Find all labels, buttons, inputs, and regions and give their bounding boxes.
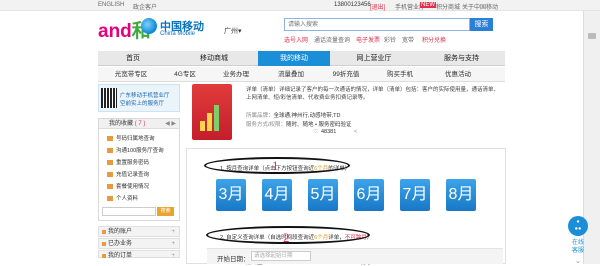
like-icon[interactable]: ♡ (313, 129, 318, 135)
collection-item[interactable]: 套餐使用情况 (107, 182, 149, 190)
item-icon (107, 136, 113, 141)
online-service-icon[interactable]: ● ●● (568, 216, 588, 236)
sidebar-search-button[interactable]: 搜索 (157, 207, 174, 216)
search-input[interactable] (285, 19, 469, 30)
enterprise-link[interactable]: 政企客户 (133, 2, 157, 11)
collections-pager-arrows[interactable]: ◀ ▶ (165, 119, 176, 129)
bar-chart-icon (200, 103, 224, 131)
english-link[interactable]: ENGLISH (98, 2, 124, 8)
banner-line2: 空前实上的服务厅 (120, 101, 165, 107)
search-button[interactable]: 搜索 (470, 18, 493, 31)
points-mall-link[interactable]: 积分商城 (436, 2, 460, 11)
start-date-label: 开始日期： (217, 256, 250, 263)
subnav-item[interactable]: 流量叠加 (262, 67, 320, 82)
likes-count: 48381 (321, 129, 337, 135)
user-phone: 13800123456 (334, 2, 371, 8)
month-button-7[interactable]: 7月 (400, 179, 430, 211)
hot-link[interactable]: 选号入网 (284, 35, 308, 44)
start-date-row: 开始日期： 请选择起始日期 (207, 248, 503, 264)
nav-online-hall[interactable]: 网上营业厅 (330, 51, 418, 66)
collections-count: ( 7 ) (134, 121, 146, 127)
month-button-6[interactable]: 6月 (354, 179, 384, 211)
top-utility-bar: ENGLISH 政企客户 13800123456 [退出] 手机营业厅 NEW … (0, 0, 600, 11)
hot-link[interactable]: 通话流量查询 (314, 35, 350, 44)
collection-item[interactable]: 号码归属地查询 (107, 134, 155, 142)
nav-my-mobile[interactable]: 我的移动 (258, 51, 330, 66)
accordion-my-account[interactable]: 我的账户 + (98, 226, 180, 237)
subnav-item[interactable]: 业务办理 (210, 67, 262, 82)
qr-code-icon (101, 88, 117, 108)
accordion-icon (102, 242, 106, 246)
subnav-item[interactable]: 99折充值 (320, 67, 372, 82)
share-icon[interactable]: < (354, 129, 357, 135)
applicable-brands: 所属品牌：全球通,神州行,动感地带,TD (246, 113, 341, 119)
expand-icon: + (171, 253, 175, 259)
item-icon (107, 184, 113, 189)
new-badge: NEW (420, 2, 436, 8)
subnav-item[interactable]: 购买手机 (372, 67, 428, 82)
expand-icon: + (171, 241, 175, 247)
collections-header: 我的收藏 ( 7 ) ◀ ▶ (99, 119, 179, 129)
hot-link[interactable]: 电子发票 (356, 35, 380, 44)
hot-link[interactable]: 彩铃 (384, 35, 396, 44)
banner-line1: 广东移动手机营业厅 (120, 93, 170, 99)
hot-link[interactable]: 积分兑换 (422, 35, 446, 44)
my-collections-box: 我的收藏 ( 7 ) ◀ ▶ 号码归属地查询 沟通100服务厅查询 重置服务密码… (98, 118, 180, 221)
accordion-icon (102, 254, 106, 258)
about-link[interactable]: 关于中国移动 (462, 2, 498, 11)
service-description: 详单（清单）详细记录了客户的每一次通话的情况，详单（清单）包括：客户的实际使用量… (246, 87, 500, 101)
start-date-input[interactable]: 请选择起始日期 (251, 251, 311, 261)
subnav-item[interactable]: 优惠活动 (428, 67, 488, 82)
nav-home[interactable]: 首页 (98, 51, 168, 66)
china-mobile-logo-en: China Mobile (160, 31, 196, 37)
online-service-button[interactable]: 在线 客服 (566, 239, 590, 255)
item-icon (107, 172, 113, 177)
sub-nav: 光宽带专区 4G专区 业务办理 流量叠加 99折充值 购买手机 优惠活动 (98, 67, 505, 82)
collections-title: 我的收藏 (109, 121, 134, 127)
accordion-my-orders[interactable]: 我的订单 + (98, 250, 180, 259)
subnav-item[interactable]: 光宽带专区 (102, 67, 160, 82)
nav-mall[interactable]: 移动商城 (170, 51, 258, 66)
collection-item[interactable]: 个人资料 (107, 194, 138, 202)
nav-service[interactable]: 服务与支持 (418, 51, 505, 66)
sidebar-search-input[interactable] (102, 207, 156, 216)
collection-item[interactable]: 充值记录查询 (107, 170, 149, 178)
item-icon (107, 148, 113, 153)
scrollbar-thumb[interactable] (588, 33, 596, 39)
annotation-mark-1: 1 (272, 158, 279, 173)
subnav-item[interactable]: 4G专区 (160, 67, 210, 82)
hot-link[interactable]: 宽带 (402, 35, 414, 44)
month-button-5[interactable]: 5月 (308, 179, 338, 211)
main-nav: 首页 移动商城 我的移动 网上营业厅 服务与支持 (98, 51, 505, 66)
collection-item[interactable]: 重置服务密码 (107, 158, 149, 166)
china-mobile-logo-icon (141, 18, 157, 34)
accordion-done-business[interactable]: 已办业务 + (98, 238, 180, 249)
city-selector[interactable]: 广州▾ (224, 26, 242, 36)
month-button-3[interactable]: 3月 (216, 179, 246, 211)
month-button-8[interactable]: 8月 (446, 179, 476, 211)
item-icon (107, 160, 113, 165)
accordion-icon (102, 230, 106, 234)
bill-detail-thumbnail (192, 84, 232, 140)
search-box (284, 18, 470, 31)
app-promo-banner[interactable]: 广东移动手机营业厅 空前实上的服务厅 (98, 84, 180, 112)
item-icon (107, 196, 113, 201)
exit-link[interactable]: [退出] (370, 2, 385, 11)
collection-item[interactable]: 沟通100服务厅查询 (107, 146, 164, 154)
month-button-4[interactable]: 4月 (262, 179, 292, 211)
expand-icon: + (171, 229, 175, 235)
service-method: 服务方式/权限：随时、随地 • 服务密码验证 (246, 122, 352, 128)
annotation-mark-2: 2 (283, 230, 290, 245)
